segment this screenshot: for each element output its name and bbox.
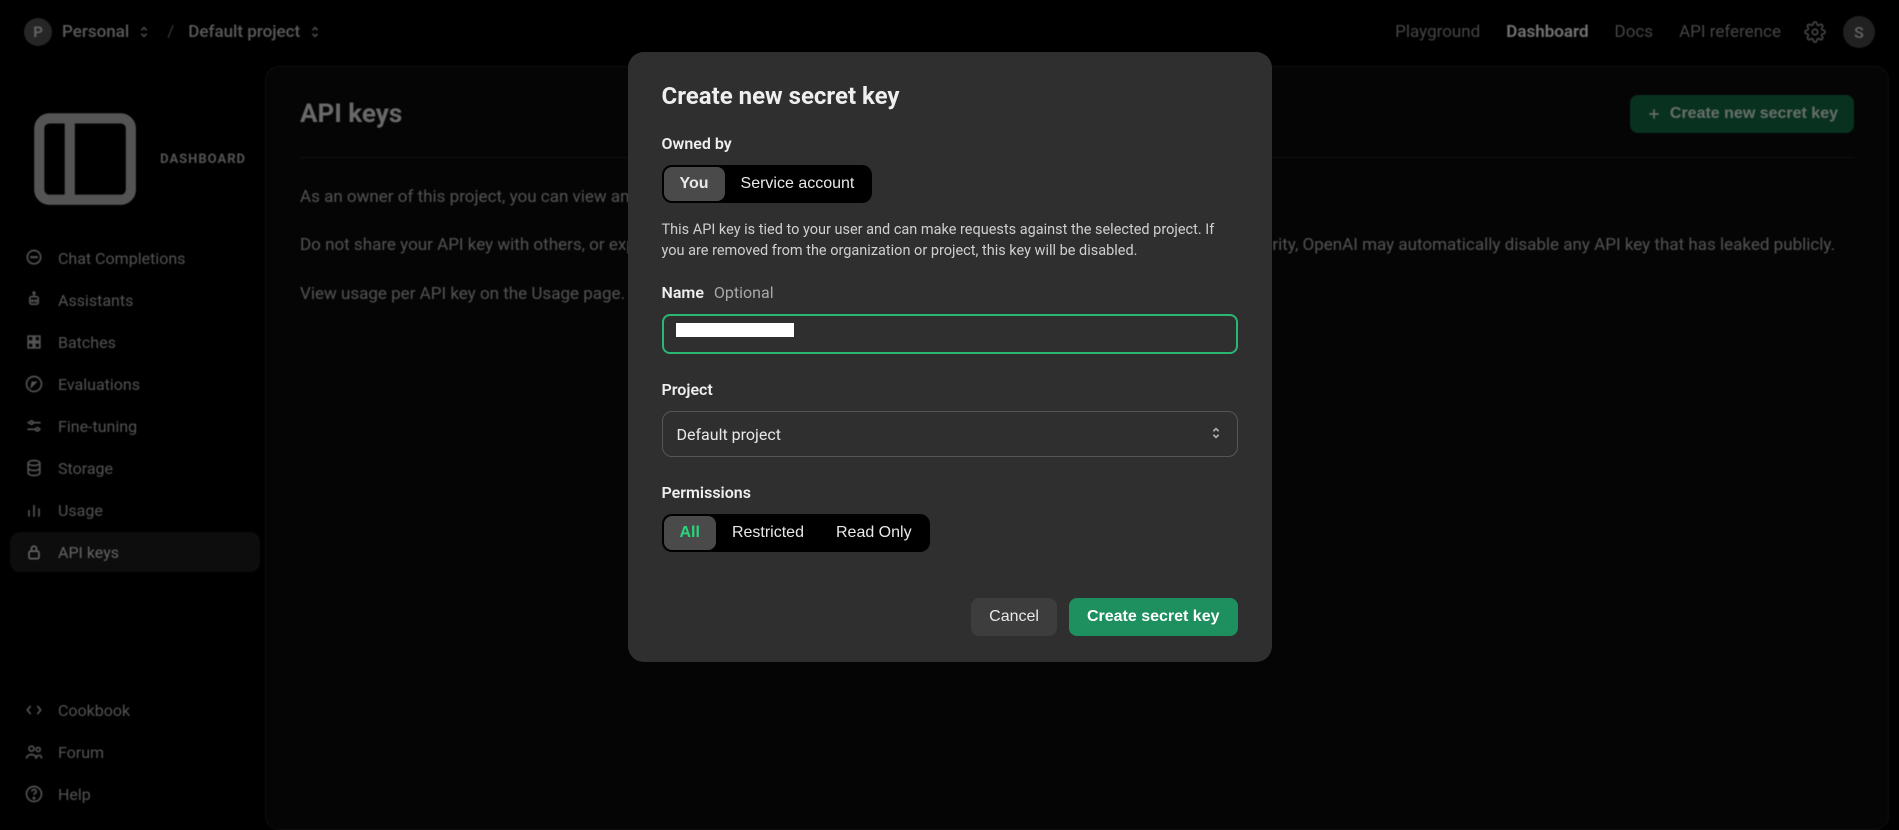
- dialog-title: Create new secret key: [662, 82, 1238, 110]
- project-selected-value: Default project: [677, 425, 781, 444]
- perm-readonly[interactable]: Read Only: [820, 516, 928, 550]
- redacted-text: [676, 323, 794, 337]
- project-select[interactable]: Default project: [662, 411, 1238, 457]
- dialog-actions: Cancel Create secret key: [662, 598, 1238, 636]
- owned-by-label: Owned by: [662, 134, 1238, 153]
- owned-by-toggle: You Service account: [662, 165, 873, 203]
- name-label-text: Name: [662, 283, 704, 302]
- owned-by-service-account[interactable]: Service account: [725, 167, 871, 201]
- modal-backdrop[interactable]: Create new secret key Owned by You Servi…: [0, 0, 1899, 830]
- cancel-button[interactable]: Cancel: [971, 598, 1057, 636]
- key-name-input[interactable]: [662, 314, 1238, 354]
- owned-by-you[interactable]: You: [664, 167, 725, 201]
- permissions-label: Permissions: [662, 483, 1238, 502]
- permissions-toggle: All Restricted Read Only: [662, 514, 930, 552]
- perm-restricted[interactable]: Restricted: [716, 516, 820, 550]
- project-label: Project: [662, 380, 1238, 399]
- perm-all[interactable]: All: [664, 516, 716, 550]
- owned-by-description: This API key is tied to your user and ca…: [662, 219, 1238, 261]
- create-key-dialog: Create new secret key Owned by You Servi…: [628, 52, 1272, 662]
- chevron-updown-icon: [1209, 425, 1223, 444]
- name-optional-text: Optional: [714, 283, 774, 302]
- name-label: Name Optional: [662, 283, 1238, 302]
- create-secret-key-button[interactable]: Create secret key: [1069, 598, 1238, 636]
